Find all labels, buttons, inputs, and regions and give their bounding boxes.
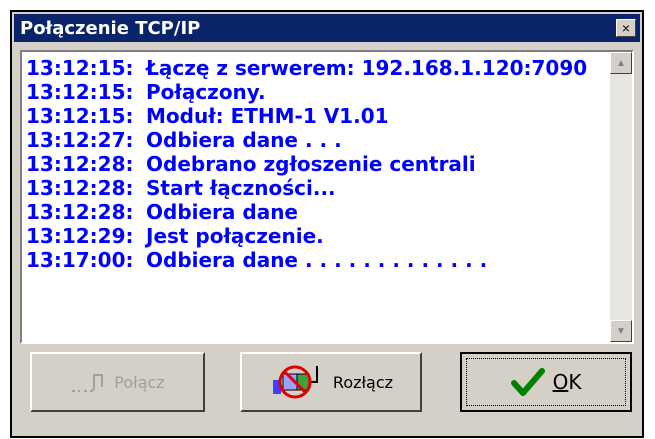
button-row: Połącz Rozłącz OK [20, 352, 634, 422]
log-message: Moduł: ETHM-1 V1.01 [146, 104, 389, 128]
disconnect-label: Rozłącz [332, 372, 394, 392]
connection-log: 13:12:15: Łączę z serwerem: 192.168.1.120… [20, 50, 634, 344]
scroll-up-button[interactable]: ▲ [610, 52, 632, 74]
connect-label: Połącz [114, 372, 165, 392]
window-title: Połączenie TCP/IP [20, 17, 201, 39]
scrollbar[interactable]: ▲ ▼ [610, 52, 632, 342]
log-message: Start łączności... [146, 176, 336, 200]
arrow-up-icon: ▲ [616, 57, 626, 69]
log-message: Odebrano zgłoszenie centrali [146, 152, 476, 176]
log-message: Połączony. [146, 80, 266, 104]
log-lines: 13:12:15: Łączę z serwerem: 192.168.1.120… [26, 56, 608, 272]
log-message: Odbiera dane . . . . . . . . . . . . . [146, 248, 488, 272]
focus-rect [466, 358, 626, 406]
log-line: 13:12:27: Odbiera dane . . . [26, 128, 608, 152]
log-time: 13:12:15: [26, 80, 134, 104]
log-message: Odbiera dane [146, 200, 298, 224]
log-message: Łączę z serwerem: 192.168.1.120:7090 [146, 56, 588, 80]
log-time: 13:12:28: [26, 200, 134, 224]
log-line: 13:12:28: Odebrano zgłoszenie centrali [26, 152, 608, 176]
log-time: 13:12:28: [26, 152, 134, 176]
log-message: Jest połączenie. [146, 224, 324, 248]
log-time: 13:12:15: [26, 56, 134, 80]
log-line: 13:12:15: Moduł: ETHM-1 V1.01 [26, 104, 608, 128]
ok-button[interactable]: OK [460, 352, 632, 412]
log-time: 13:17:00: [26, 248, 134, 272]
plug-icon [70, 369, 106, 395]
disconnect-button[interactable]: Rozłącz [240, 352, 422, 412]
log-line: 13:17:00: Odbiera dane . . . . . . . . . … [26, 248, 608, 272]
tcp-ip-dialog: Połączenie TCP/IP × 13:12:15: Łączę z ser… [10, 10, 644, 438]
log-line: 13:12:15: Łączę z serwerem: 192.168.1.120… [26, 56, 608, 80]
disconnect-icon [269, 362, 325, 402]
connect-button[interactable]: Połącz [30, 352, 205, 412]
scroll-down-button[interactable]: ▼ [610, 320, 632, 342]
log-message: Odbiera dane . . . [146, 128, 342, 152]
close-button[interactable]: × [616, 19, 636, 37]
log-time: 13:12:27: [26, 128, 134, 152]
title-bar: Połączenie TCP/IP × [14, 14, 640, 42]
log-line: 13:12:28: Start łączności... [26, 176, 608, 200]
log-line: 13:12:15: Połączony. [26, 80, 608, 104]
close-icon: × [621, 20, 631, 36]
log-time: 13:12:28: [26, 176, 134, 200]
log-line: 13:12:28: Odbiera dane [26, 200, 608, 224]
log-time: 13:12:15: [26, 104, 134, 128]
log-time: 13:12:29: [26, 224, 134, 248]
log-line: 13:12:29: Jest połączenie. [26, 224, 608, 248]
arrow-down-icon: ▼ [616, 325, 626, 337]
